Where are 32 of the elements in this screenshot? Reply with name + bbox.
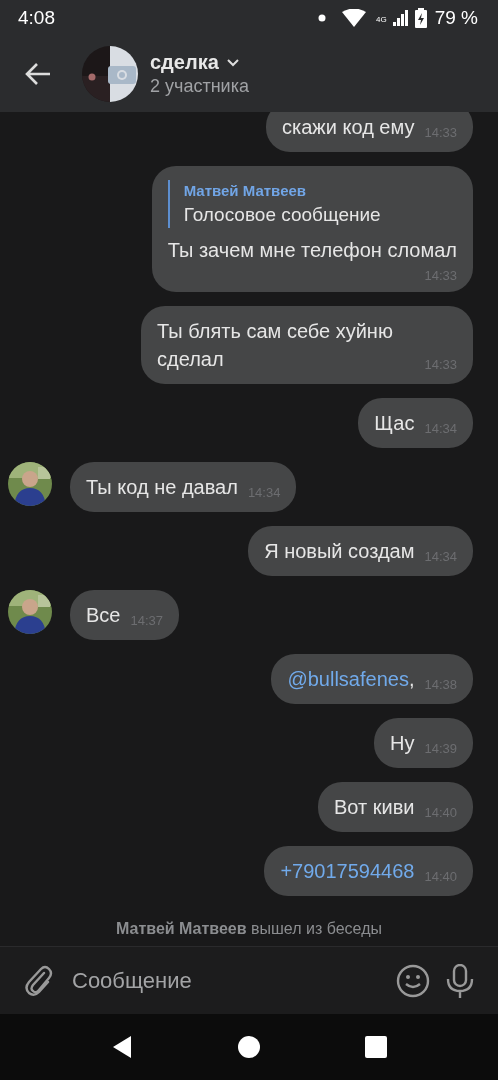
- chevron-down-icon[interactable]: [226, 58, 239, 67]
- system-message: Матвей Матвеев вышел из беседы: [115, 919, 383, 939]
- message-input[interactable]: Сообщение: [70, 966, 380, 995]
- participant-count: 2 участника: [150, 76, 249, 97]
- signal-icon: [392, 10, 409, 26]
- message-link[interactable]: @bullsafenes: [287, 668, 409, 690]
- clock: 4:08: [18, 7, 55, 29]
- notification-dot-icon: [318, 14, 326, 22]
- message-text: Я новый создам: [264, 539, 415, 564]
- network-type: 4G: [376, 15, 387, 24]
- emoji-icon[interactable]: [396, 963, 430, 998]
- battery-level: 79 %: [434, 7, 478, 29]
- message-text: скажи код ему: [282, 115, 415, 140]
- message-text: Вот киви: [334, 795, 415, 820]
- attach-icon[interactable]: [24, 963, 54, 998]
- message-text: Щас: [374, 411, 415, 436]
- message-text: Ты блять сам себе хуйню сделал: [157, 319, 394, 372]
- message-text: @bullsafenes,: [287, 667, 415, 692]
- microphone-icon[interactable]: [446, 963, 474, 998]
- reply-author: Матвей Матвеев: [183, 181, 308, 201]
- home-icon[interactable]: [237, 1035, 261, 1059]
- reply-text: Голосовое сообщение: [183, 203, 382, 227]
- wifi-icon: [342, 9, 366, 27]
- battery-icon: [414, 8, 427, 28]
- message-link[interactable]: +79017594468: [280, 857, 415, 885]
- message-text: Ты зачем мне телефон сломал: [167, 238, 457, 263]
- back-arrow-icon[interactable]: [24, 62, 52, 86]
- chat-title[interactable]: сделка: [150, 51, 219, 74]
- back-icon[interactable]: [111, 1035, 133, 1059]
- message-text: Ну: [390, 731, 415, 756]
- message-text: Ты код не давал: [86, 475, 238, 500]
- message-text: Все: [86, 603, 121, 628]
